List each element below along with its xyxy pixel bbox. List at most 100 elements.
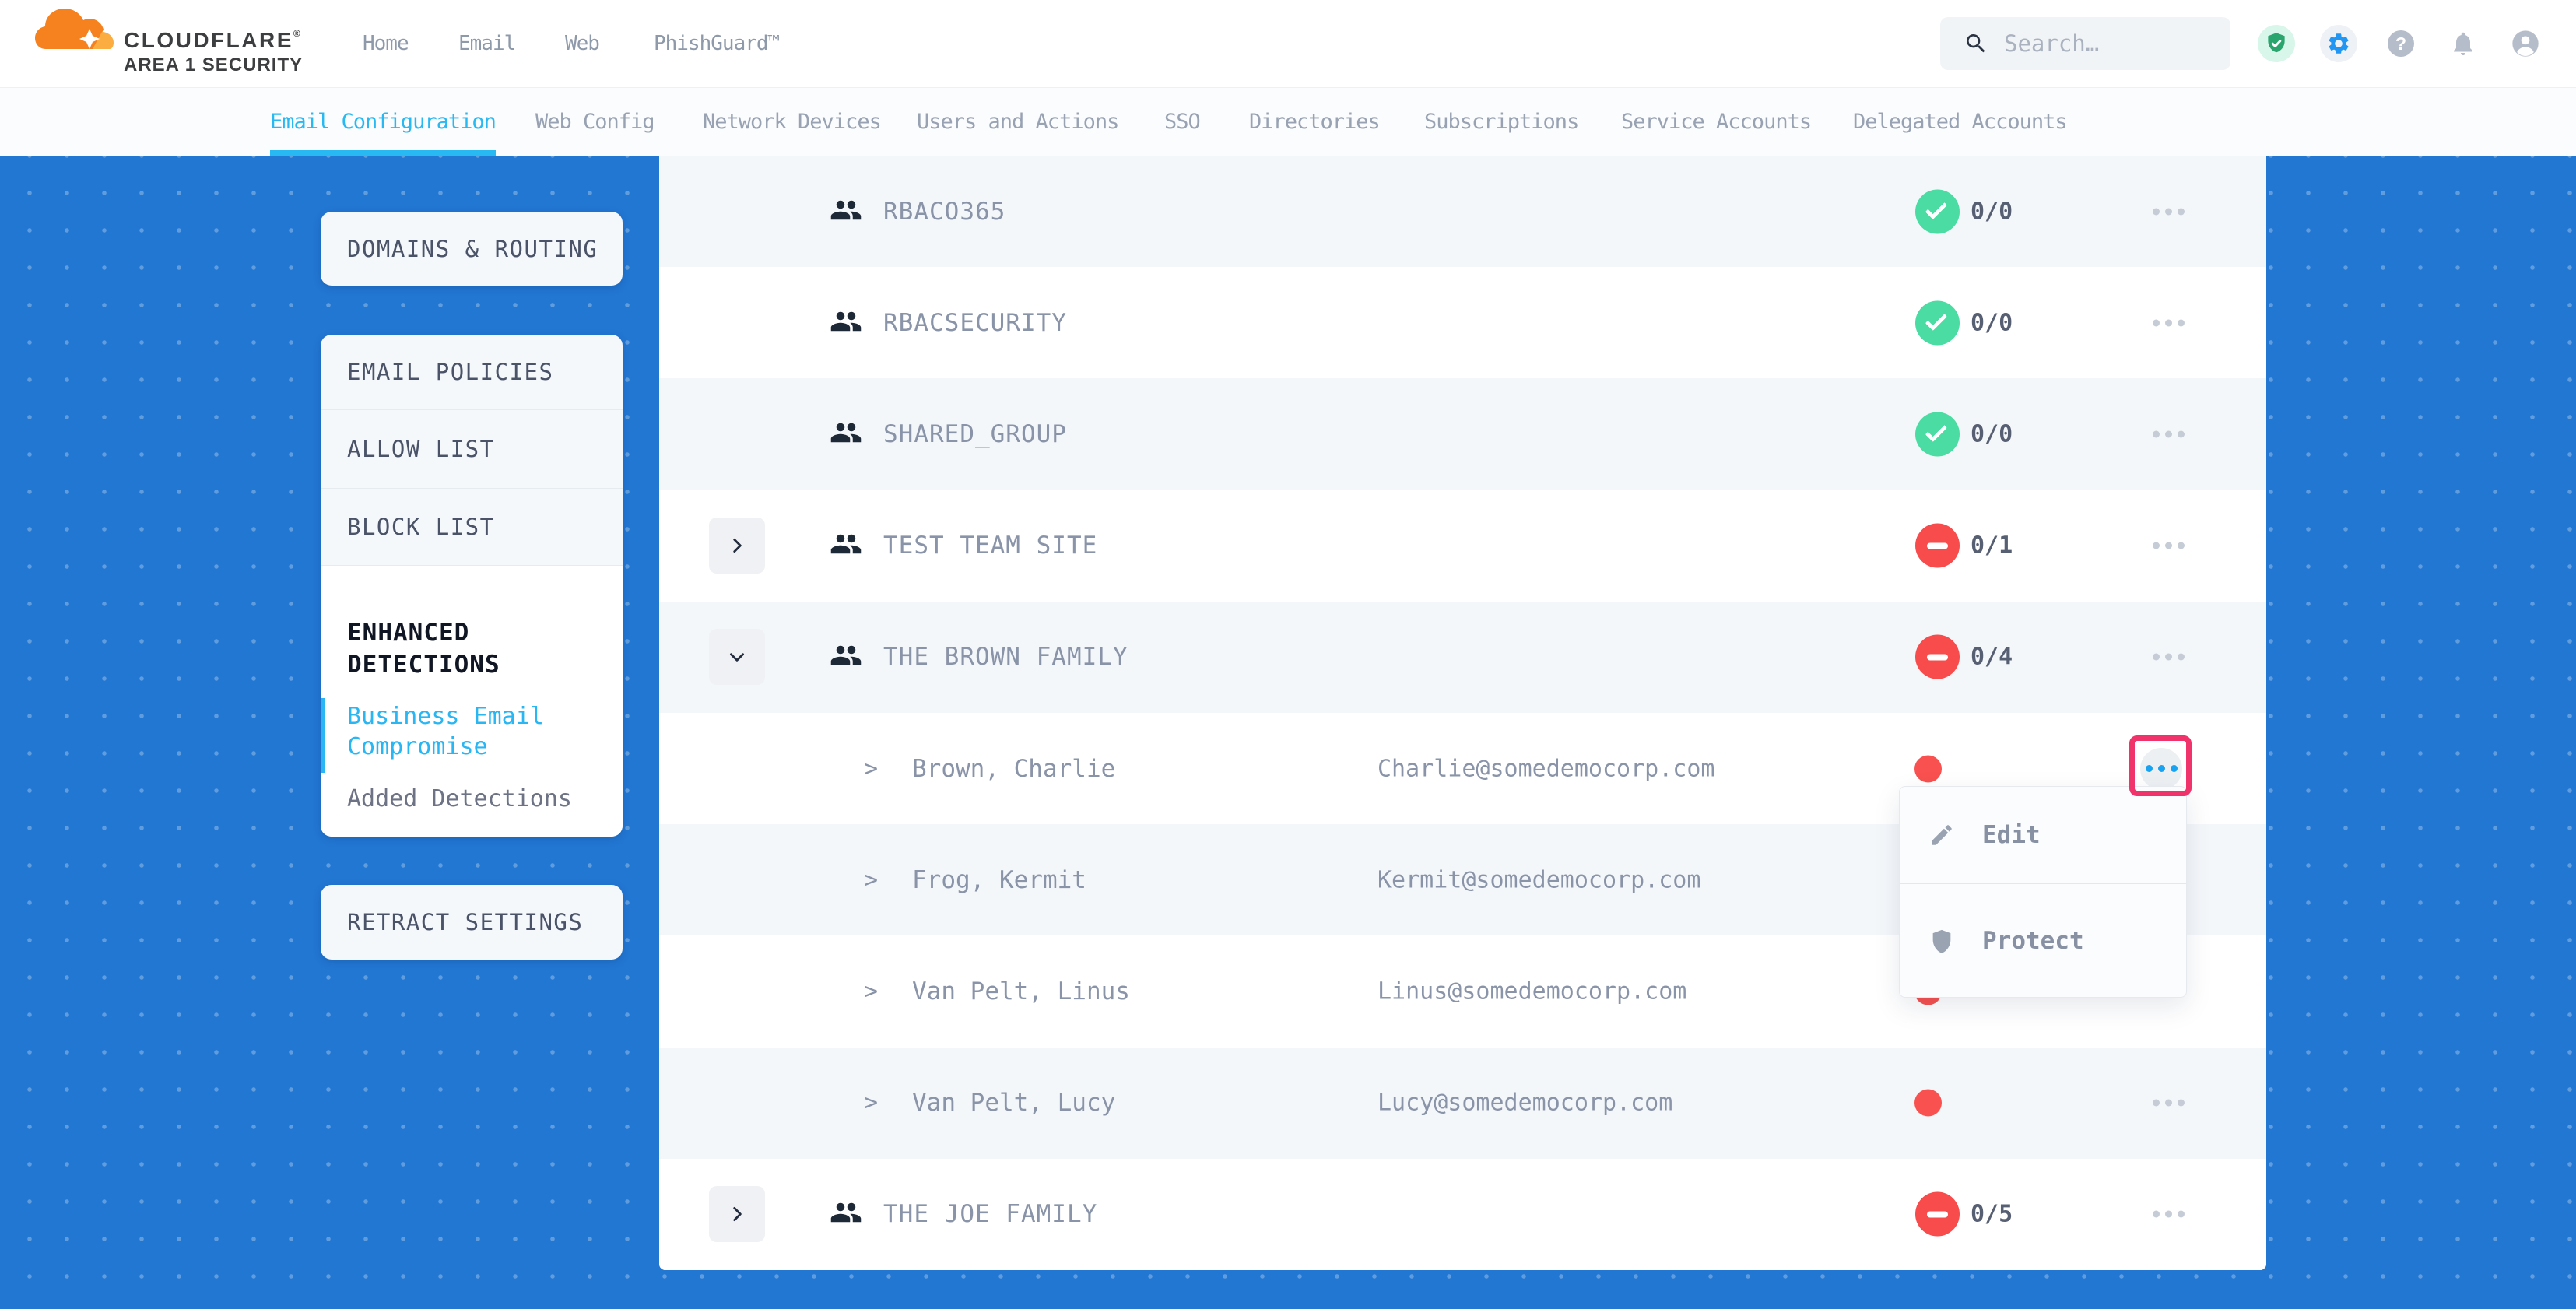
sidebar-card-retract: RETRACT SETTINGS <box>321 885 623 960</box>
nav-home[interactable]: Home <box>363 0 409 87</box>
table-row: > Van Pelt, Lucy Lucy@somedemocorp.com <box>659 1048 2266 1159</box>
status-badge: 0/1 <box>1915 524 2013 568</box>
tab-network-devices[interactable]: Network Devices <box>703 88 881 156</box>
table-row: THE JOE FAMILY 0/5 <box>659 1159 2266 1270</box>
logo-sub-text: AREA 1 SECURITY <box>124 54 303 76</box>
nav-web[interactable]: Web <box>565 0 599 87</box>
notifications-button[interactable] <box>2443 23 2483 64</box>
row-menu-button[interactable] <box>2153 319 2185 326</box>
member-email: Lucy@somedemocorp.com <box>1377 1090 1672 1117</box>
content-area: DOMAINS & ROUTING EMAIL POLICIES ALLOW L… <box>0 156 2576 1309</box>
status-badge: 0/4 <box>1915 635 2013 679</box>
sidebar-item-block-list[interactable]: BLOCK LIST <box>321 489 623 566</box>
tab-email-configuration[interactable]: Email Configuration <box>270 88 496 156</box>
status-count: 0/1 <box>1971 532 2013 560</box>
group-name: RBACSECURITY <box>883 309 1067 337</box>
row-menu-button[interactable] <box>2153 542 2185 549</box>
tab-subscriptions[interactable]: Subscriptions <box>1424 88 1578 156</box>
shield-icon <box>1928 928 1955 954</box>
account-button[interactable] <box>2505 23 2546 64</box>
status-badge: 0/0 <box>1915 300 2013 345</box>
sidebar-card-policies: EMAIL POLICIES ALLOW LIST BLOCK LIST ENH… <box>321 335 623 837</box>
group-name: TEST TEAM SITE <box>883 532 1097 560</box>
search-box[interactable] <box>1940 17 2230 70</box>
sidebar-item-domains-routing[interactable]: DOMAINS & ROUTING <box>321 212 623 286</box>
member-caret: > <box>864 866 878 893</box>
check-icon <box>1915 412 1960 456</box>
member-name: Brown, Charlie <box>912 755 1115 783</box>
pencil-icon <box>1928 822 1955 848</box>
shield-check-icon <box>2258 25 2295 62</box>
group-name: THE BROWN FAMILY <box>883 643 1128 671</box>
settings-button[interactable] <box>2318 23 2359 64</box>
sidebar-link-added-detections[interactable]: Added Detections <box>347 784 573 814</box>
tab-service-accounts[interactable]: Service Accounts <box>1621 88 1811 156</box>
menu-item-label: Edit <box>1982 821 2041 849</box>
logo-brand-text: CLOUDFLARE® <box>124 28 302 53</box>
help-button[interactable]: ? <box>2381 23 2421 64</box>
unprotected-dot <box>1914 1090 1942 1117</box>
nav-email[interactable]: Email <box>458 0 515 87</box>
status-count: 0/4 <box>1971 644 2013 671</box>
member-caret: > <box>864 755 878 782</box>
tab-users-and-actions[interactable]: Users and Actions <box>917 88 1118 156</box>
row-menu-button[interactable] <box>2153 1211 2185 1218</box>
status-badge: 0/5 <box>1915 1192 2013 1237</box>
menu-item-protect[interactable]: Protect <box>1900 884 2186 997</box>
nav-phishguard[interactable]: PhishGuard™ <box>654 0 779 87</box>
status-badge: 0/0 <box>1915 412 2013 456</box>
row-menu-button[interactable] <box>2153 1100 2185 1107</box>
group-name: THE JOE FAMILY <box>883 1200 1097 1228</box>
member-caret: > <box>864 977 878 1005</box>
member-email: Kermit@somedemocorp.com <box>1377 866 1700 893</box>
sidebar-item-enhanced-detections[interactable]: ENHANCED DETECTIONS <box>347 617 534 681</box>
expand-row-button[interactable] <box>709 1186 765 1242</box>
sidebar-card-domains: DOMAINS & ROUTING <box>321 212 623 286</box>
minus-icon <box>1915 524 1960 568</box>
status-count: 0/5 <box>1971 1201 2013 1228</box>
group-icon <box>830 416 862 452</box>
chevron-right-icon <box>727 535 747 556</box>
search-input[interactable] <box>2004 30 2199 57</box>
check-icon <box>1915 189 1960 233</box>
tab-directories[interactable]: Directories <box>1249 88 1380 156</box>
group-icon <box>830 305 862 341</box>
menu-item-edit[interactable]: Edit <box>1900 787 2186 884</box>
tab-web-config[interactable]: Web Config <box>535 88 655 156</box>
group-icon <box>830 528 862 563</box>
tab-delegated-accounts[interactable]: Delegated Accounts <box>1853 88 2067 156</box>
group-name: SHARED_GROUP <box>883 420 1067 448</box>
top-header: CLOUDFLARE® AREA 1 SECURITY Home Email W… <box>0 0 2576 87</box>
expand-row-button[interactable] <box>709 518 765 574</box>
chevron-right-icon <box>727 1204 747 1224</box>
member-name: Van Pelt, Linus <box>912 977 1130 1005</box>
unprotected-dot <box>1914 755 1942 782</box>
minus-icon <box>1915 1192 1960 1237</box>
row-menu-button[interactable] <box>2153 430 2185 437</box>
status-count: 0/0 <box>1971 309 2013 336</box>
row-menu-button[interactable] <box>2153 208 2185 215</box>
sidebar-link-business-email-compromise[interactable]: Business Email Compromise <box>347 701 573 762</box>
row-menu-button[interactable] <box>2153 654 2185 661</box>
protection-status-button[interactable] <box>2256 23 2297 64</box>
chevron-down-icon <box>727 647 747 667</box>
collapse-row-button[interactable] <box>709 629 765 685</box>
sidebar-item-retract-settings[interactable]: RETRACT SETTINGS <box>321 885 623 960</box>
member-name: Van Pelt, Lucy <box>912 1089 1115 1117</box>
cloudflare-cloud-icon <box>35 5 116 52</box>
highlight-annotation-box <box>2129 735 2192 796</box>
gear-icon <box>2320 25 2357 62</box>
group-icon <box>830 639 862 675</box>
table-row: RBACSECURITY 0/0 <box>659 267 2266 378</box>
section-tabs: Email Configuration Web Config Network D… <box>0 87 2576 156</box>
sidebar-item-email-policies[interactable]: EMAIL POLICIES <box>321 335 623 410</box>
member-email: Charlie@somedemocorp.com <box>1377 755 1714 782</box>
status-badge: 0/0 <box>1915 189 2013 233</box>
sidebar-item-allow-list[interactable]: ALLOW LIST <box>321 410 623 489</box>
group-icon <box>830 194 862 230</box>
member-name: Frog, Kermit <box>912 866 1086 894</box>
member-caret: > <box>864 1090 878 1117</box>
app-window: CLOUDFLARE® AREA 1 SECURITY Home Email W… <box>0 0 2576 1309</box>
sidebar-section-enhanced-detections: ENHANCED DETECTIONS Business Email Compr… <box>321 566 623 837</box>
tab-sso[interactable]: SSO <box>1164 88 1200 156</box>
